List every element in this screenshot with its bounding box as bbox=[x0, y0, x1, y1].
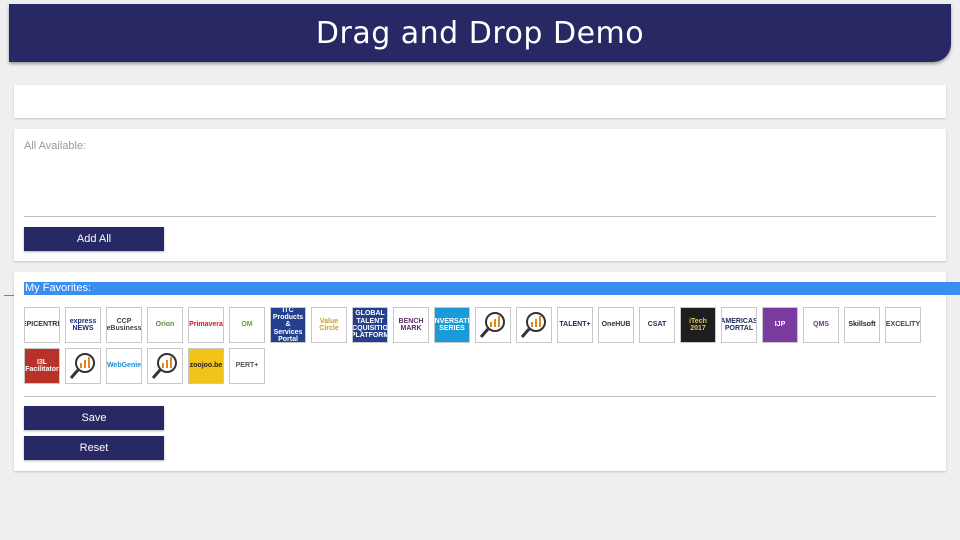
app-icon-epicentre[interactable]: EPICENTRE bbox=[24, 307, 60, 343]
app-header: Drag and Drop Demo bbox=[9, 4, 951, 62]
favorites-icon-grid: EPICENTRE express NEWS CCP eBusiness Orion P… bbox=[24, 307, 939, 384]
chart-magnifier-icon bbox=[151, 353, 177, 379]
app-icon-label: zoojoo.be bbox=[189, 362, 223, 370]
app-icon-ccp-ebusiness[interactable]: CCP eBusiness bbox=[106, 307, 142, 343]
app-icon-label: WebGenie bbox=[106, 362, 142, 370]
app-icon-ijp[interactable]: IJP bbox=[762, 307, 798, 343]
favorites-divider bbox=[24, 396, 936, 397]
chart-magnifier-icon bbox=[479, 312, 505, 338]
app-icon-label: express NEWS bbox=[69, 317, 97, 332]
app-icon-onehub[interactable]: OneHUB bbox=[598, 307, 634, 343]
app-icon-label: ITC Products & Services Portal bbox=[272, 307, 304, 343]
page-title: Drag and Drop Demo bbox=[315, 15, 645, 51]
app-icon-om[interactable]: OM bbox=[229, 307, 265, 343]
app-icon-itech-2017[interactable]: iTech 2017 bbox=[680, 307, 716, 343]
app-icon-label: Orion bbox=[155, 321, 175, 329]
app-icon-analytics-1[interactable] bbox=[475, 307, 511, 343]
app-icon-label: Primavera bbox=[189, 321, 223, 329]
app-icon-label: Value Circle bbox=[319, 317, 339, 332]
app-icon-orion[interactable]: Orion bbox=[147, 307, 183, 343]
app-icon-webgenie[interactable]: WebGenie bbox=[106, 348, 142, 384]
app-icon-label: OneHUB bbox=[601, 321, 631, 329]
app-icon-csat[interactable]: CSAT bbox=[639, 307, 675, 343]
app-icon-label: Skillsoft bbox=[848, 321, 876, 329]
app-icon-label: AMERICAS PORTAL bbox=[721, 317, 757, 332]
app-icon-americas-portal[interactable]: AMERICAS PORTAL bbox=[721, 307, 757, 343]
app-icon-label: CCP eBusiness bbox=[106, 317, 142, 332]
app-icon-excelity[interactable]: EXCELITY bbox=[885, 307, 921, 343]
available-label: All Available: bbox=[24, 140, 87, 152]
app-icon-talent[interactable]: TALENT+ bbox=[557, 307, 593, 343]
chart-magnifier-icon bbox=[69, 353, 95, 379]
save-button[interactable]: Save bbox=[24, 406, 164, 430]
available-panel: All Available: Add All bbox=[14, 129, 946, 261]
app-icon-label: BENCH MARK bbox=[398, 317, 424, 332]
app-icon-value-circle[interactable]: Value Circle bbox=[311, 307, 347, 343]
app-icon-primavera[interactable]: Primavera bbox=[188, 307, 224, 343]
empty-panel bbox=[14, 85, 946, 118]
app-icon-i3l-facilitator[interactable]: I3L Facilitator bbox=[24, 348, 60, 384]
app-icon-label: QMS bbox=[813, 321, 829, 329]
app-icon-itc-products[interactable]: ITC Products & Services Portal bbox=[270, 307, 306, 343]
app-icon-label: TALENT+ bbox=[559, 321, 591, 329]
favorites-label: My Favorites: bbox=[24, 282, 960, 295]
app-icon-label: CSAT bbox=[647, 321, 667, 329]
app-icon-label: iTech 2017 bbox=[689, 317, 707, 332]
app-icon-mascot[interactable] bbox=[147, 348, 183, 384]
app-icon-global-talent[interactable]: GLOBAL TALENT ACQUISITION PLATFORM bbox=[352, 307, 388, 343]
app-icon-label: EPICENTRE bbox=[25, 321, 60, 329]
app-icon-label: I3L Facilitator bbox=[25, 358, 59, 373]
app-icon-benchmark[interactable]: BENCH MARK bbox=[393, 307, 429, 343]
add-all-button[interactable]: Add All bbox=[24, 227, 164, 251]
app-icon-analytics-2[interactable] bbox=[516, 307, 552, 343]
app-icon-label: EXCELITY bbox=[885, 321, 921, 329]
app-icon-label: CONVERSATION SERIES bbox=[434, 317, 470, 332]
app-icon-zoojoo[interactable]: zoojoo.be bbox=[188, 348, 224, 384]
reset-button[interactable]: Reset bbox=[24, 436, 164, 460]
favorites-panel: My Favorites: EPICENTRE express NEWS CCP e… bbox=[14, 272, 960, 471]
available-divider bbox=[24, 216, 936, 217]
app-icon-rewards[interactable] bbox=[65, 348, 101, 384]
app-icon-label: OM bbox=[241, 321, 253, 329]
chart-magnifier-icon bbox=[520, 312, 546, 338]
app-icon-pert-plus[interactable]: PERT+ bbox=[229, 348, 265, 384]
app-icon-express-news[interactable]: express NEWS bbox=[65, 307, 101, 343]
app-icon-skillsoft[interactable]: Skillsoft bbox=[844, 307, 880, 343]
app-icon-label: IJP bbox=[774, 321, 786, 329]
app-icon-qms[interactable]: QMS bbox=[803, 307, 839, 343]
app-icon-label: GLOBAL TALENT ACQUISITION PLATFORM bbox=[352, 310, 388, 340]
app-icon-conversation-series[interactable]: CONVERSATION SERIES bbox=[434, 307, 470, 343]
app-icon-label: PERT+ bbox=[235, 362, 259, 370]
